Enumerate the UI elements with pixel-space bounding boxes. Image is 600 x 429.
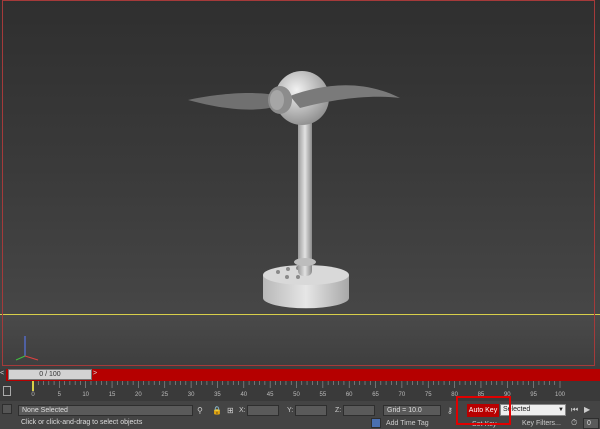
go-to-start-icon[interactable]: ⏮ (571, 405, 578, 415)
time-config-icon[interactable]: ⏱ (571, 418, 577, 428)
timeline-tick-label: 75 (425, 392, 432, 398)
timeline-tick-label: 60 (346, 392, 353, 398)
prev-frame-arrow[interactable]: < (0, 370, 4, 377)
time-slider-thumb[interactable]: 0 / 100 (8, 369, 92, 380)
base-button (276, 270, 280, 274)
timeline-tick-label: 95 (530, 392, 537, 398)
prompt-line: Click or click-and-drag to select object… (21, 419, 143, 426)
timeline-tick-label: 20 (135, 392, 142, 398)
timeline-tick-label: 45 (267, 392, 274, 398)
current-frame-marker[interactable] (32, 381, 34, 391)
timeline-tick-label: 40 (240, 392, 247, 398)
y-coord-label: Y: (287, 407, 294, 414)
y-coord-field[interactable] (295, 405, 327, 416)
x-coord-label: X: (239, 407, 246, 414)
timeline-tick-label: 35 (214, 392, 221, 398)
fan-model[interactable] (0, 0, 600, 369)
x-coord-field[interactable] (247, 405, 279, 416)
time-slider[interactable]: < 0 / 100 > (0, 369, 600, 381)
fan-blade-left (188, 93, 280, 110)
maxscript-listener-icon[interactable] (2, 404, 12, 414)
perspective-viewport[interactable] (0, 0, 600, 369)
timeline-tick-label: 25 (161, 392, 168, 398)
timeline-tick-label: 70 (399, 392, 406, 398)
fan-pole (298, 118, 312, 276)
grid-size: Grid = 10.0 (383, 405, 441, 416)
timeline-tick-label: 100 (555, 392, 566, 398)
base-button (285, 275, 289, 279)
base-button (296, 275, 300, 279)
play-icon[interactable]: ▶ (584, 405, 590, 415)
pin-icon[interactable]: ⚲ (197, 406, 203, 416)
next-frame-arrow[interactable]: > (93, 370, 97, 377)
axis-gizmo-icon (15, 336, 39, 361)
timeline-tick-label: 55 (320, 392, 327, 398)
current-frame-field[interactable]: 0 (583, 418, 599, 429)
key-filters-button[interactable]: Key Filters... (522, 420, 561, 427)
timeline-tick-label: 30 (188, 392, 195, 398)
z-coord-label: Z: (335, 407, 342, 414)
time-tag-icon[interactable] (371, 418, 381, 428)
absolute-mode-icon[interactable]: ⊞ (227, 406, 234, 416)
timeline-tick-label: 10 (82, 392, 89, 398)
timeline-tick-label: 65 (372, 392, 379, 398)
timeline-tick-label: 50 (293, 392, 300, 398)
lock-icon[interactable]: 🔒 (212, 406, 222, 416)
timeline-tick-label: 5 (58, 392, 62, 398)
add-time-tag-button[interactable]: Add Time Tag (386, 420, 429, 427)
timeline-tick-label: 0 (31, 392, 35, 398)
chevron-down-icon: ▼ (558, 407, 564, 413)
key-icon[interactable]: ⚷ (447, 406, 453, 416)
z-coord-field[interactable] (343, 405, 375, 416)
base-button (286, 267, 290, 271)
selection-info: None Selected (18, 405, 193, 416)
highlight-box (456, 396, 511, 425)
timeline-tick-label: 15 (109, 392, 116, 398)
